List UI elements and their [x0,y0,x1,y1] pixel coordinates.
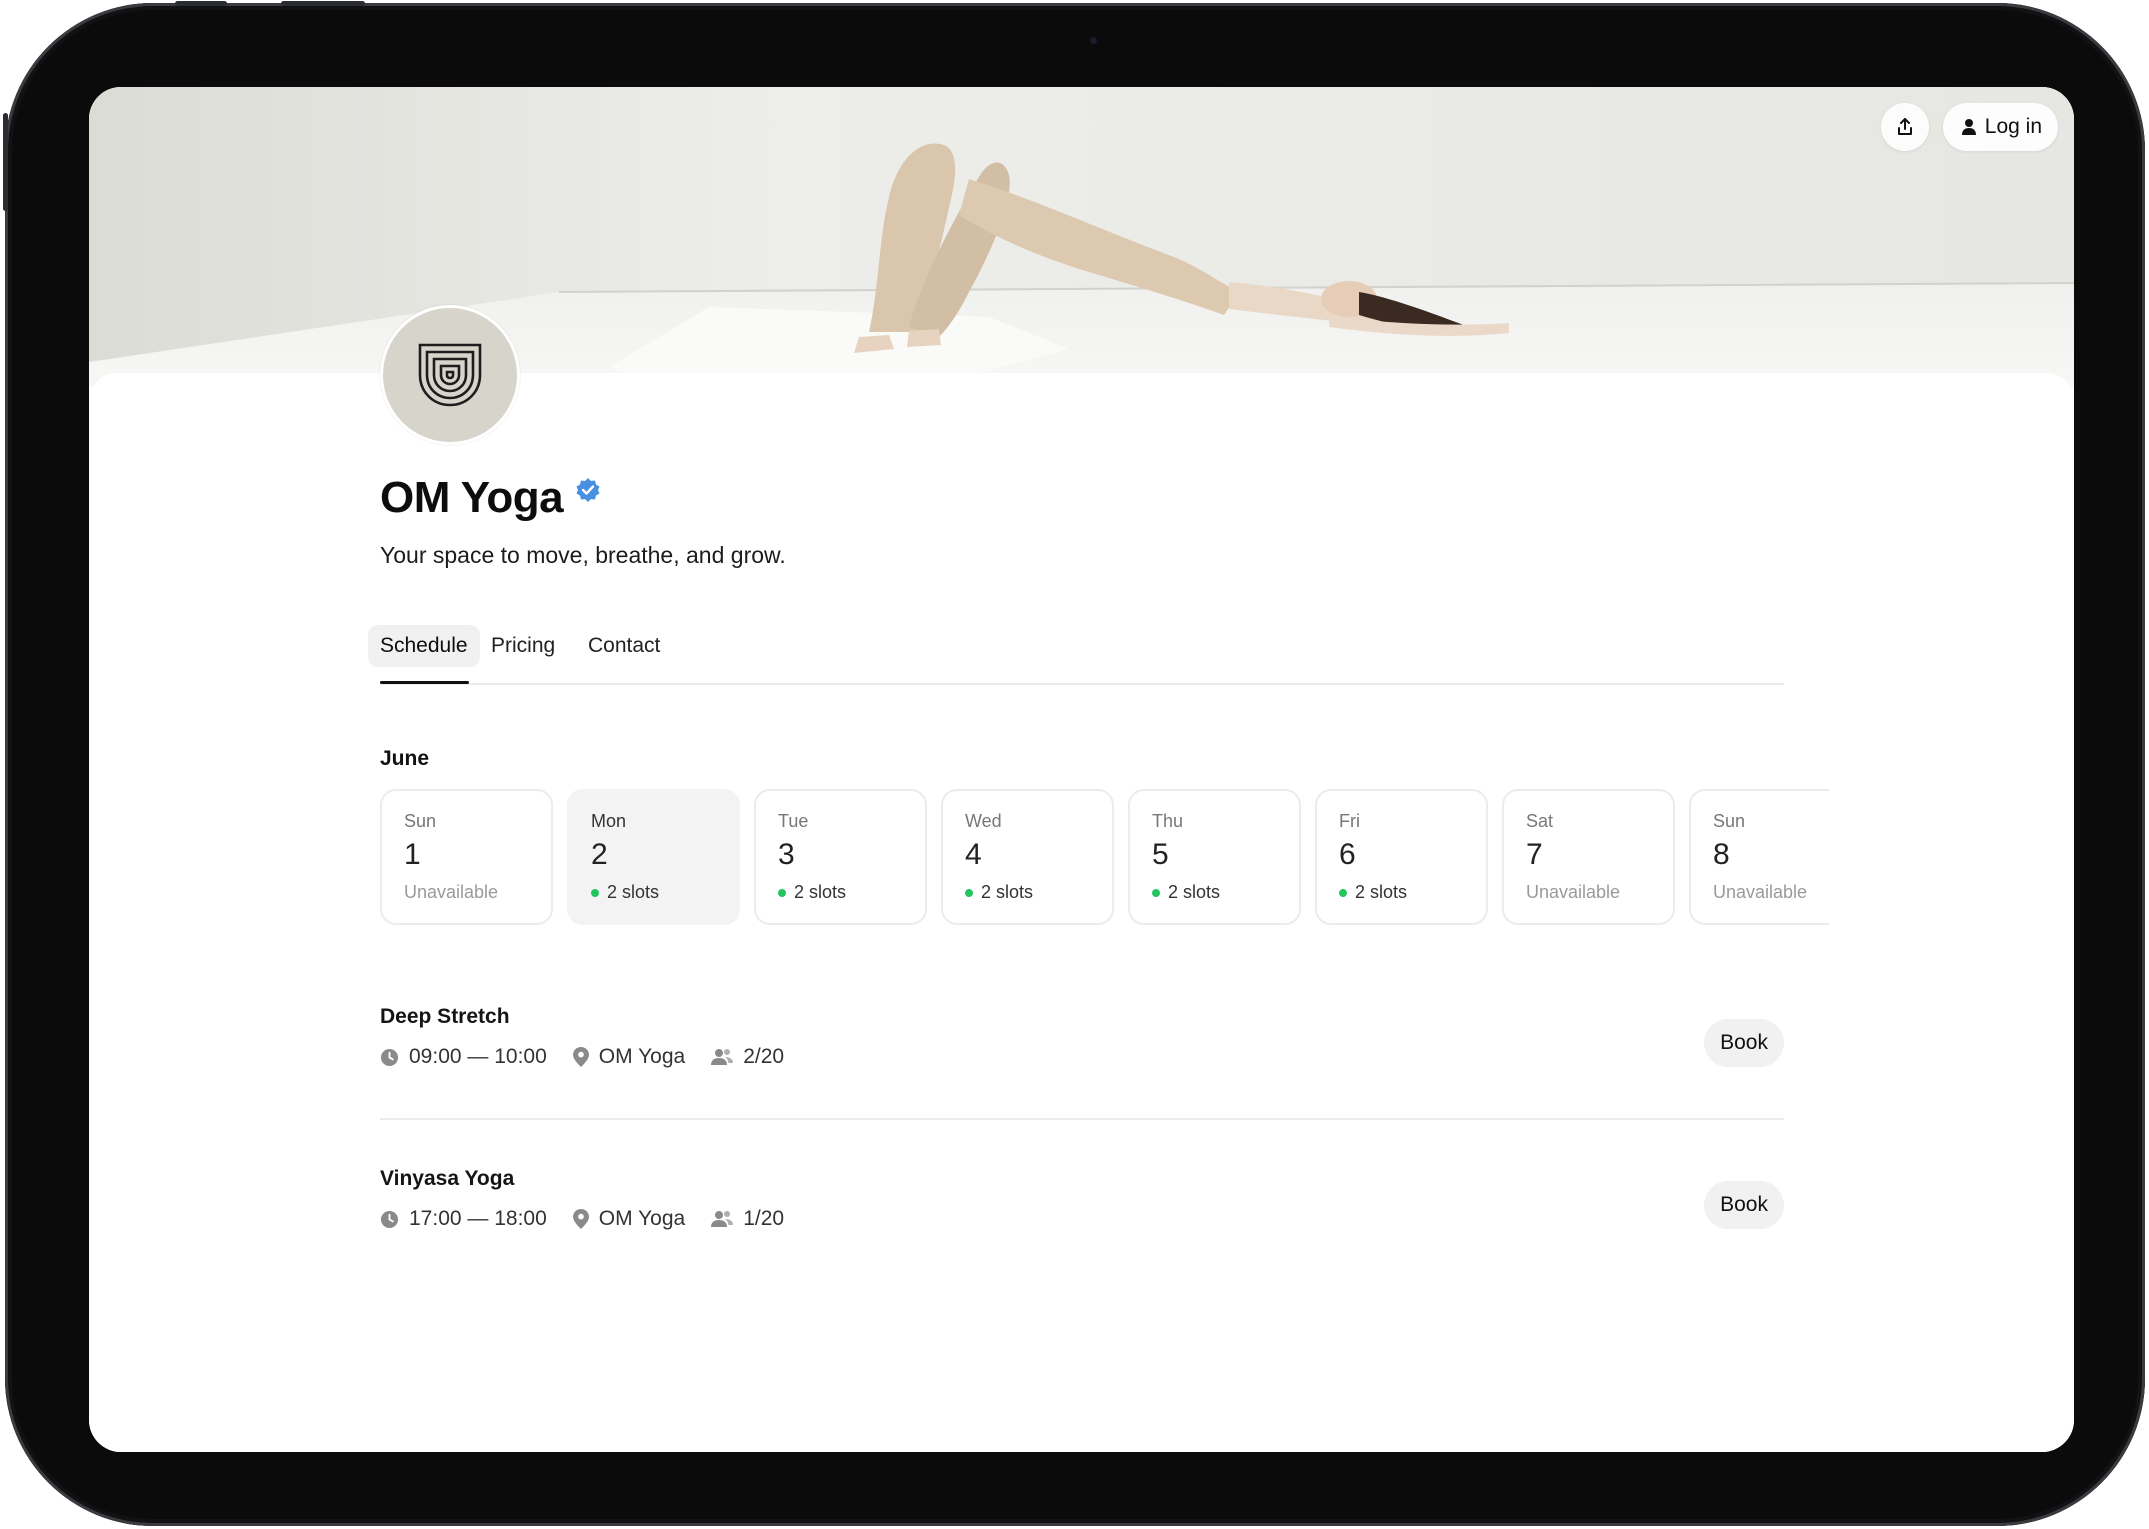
class-location-text: OM Yoga [598,1045,686,1068]
class-location-text: OM Yoga [598,1207,686,1230]
front-camera [1090,37,1097,44]
available-dot-icon [591,888,599,897]
day-date: 5 [1152,838,1169,871]
day-status-text: 2 slots [794,882,847,902]
day-status-text: Unavailable [404,882,499,902]
class-location: OM Yoga [572,1207,686,1231]
class-time-text: 09:00 — 10:00 [409,1045,547,1068]
hero-actions: Log in [1880,103,2058,151]
day-date: 8 [1713,838,1730,871]
day-status: Unavailable [1526,882,1673,903]
day-card[interactable]: Thu 5 2 slots [1128,789,1301,925]
day-status: 2 slots [778,882,925,903]
volume-button [281,1,365,6]
class-meta: 09:00 — 10:00 OM Yoga 2/20 [380,1045,1784,1069]
day-status-text: Unavailable [1526,882,1621,902]
class-row: Deep Stretch 09:00 — 10:00 OM Yoga 2/20 … [380,1005,1784,1069]
class-time-text: 17:00 — 18:00 [409,1207,547,1230]
people-icon [711,1211,734,1227]
tab-schedule[interactable]: Schedule [368,625,480,667]
day-status: 2 slots [1152,882,1299,903]
day-weekday: Mon [591,811,627,831]
class-time: 09:00 — 10:00 [380,1045,547,1069]
available-dot-icon [778,888,786,897]
day-weekday: Sun [1713,811,1746,831]
day-status-text: Unavailable [1713,882,1808,902]
verified-badge-icon [576,478,600,502]
day-date: 7 [1526,838,1543,871]
day-picker: Sun 1 Unavailable Mon 2 2 slots Tue 3 2 … [380,789,1829,925]
clock-icon [380,1210,399,1228]
day-weekday: Fri [1339,811,1360,831]
day-status: Unavailable [404,882,551,903]
tablet-frame: Log in OM Yoga Your space to move, breat… [3,1,2145,1526]
day-card[interactable]: Fri 6 2 slots [1315,789,1488,925]
class-row: Vinyasa Yoga 17:00 — 18:00 OM Yoga 1/20 … [380,1167,1784,1231]
day-card-selected[interactable]: Mon 2 2 slots [567,789,740,925]
tab-bar: Schedule Pricing Contact [368,625,1784,685]
day-card[interactable]: Sun 8 Unavailable [1689,789,1829,925]
day-date: 3 [778,838,795,871]
location-pin-icon [572,1209,589,1229]
location-pin-icon [572,1047,589,1067]
class-capacity: 2/20 [711,1045,784,1069]
available-dot-icon [1152,888,1160,897]
class-meta: 17:00 — 18:00 OM Yoga 1/20 [380,1207,1784,1231]
login-label: Log in [1984,115,2042,138]
day-date: 4 [965,838,982,871]
studio-tagline: Your space to move, breathe, and grow. [380,542,786,568]
class-capacity-text: 2/20 [743,1045,785,1068]
page-title: OM Yoga [380,473,564,522]
month-label: June [380,747,430,770]
day-weekday: Thu [1152,811,1184,831]
tab-contact[interactable]: Contact [576,625,672,667]
tab-pricing[interactable]: Pricing [479,625,567,667]
clock-icon [380,1048,399,1066]
day-card[interactable]: Sat 7 Unavailable [1502,789,1675,925]
day-status-text: 2 slots [607,882,660,902]
app-screen: Log in OM Yoga Your space to move, breat… [89,87,2074,1452]
class-capacity: 1/20 [711,1207,784,1231]
class-name: Vinyasa Yoga [380,1167,515,1190]
day-status-text: 2 slots [981,882,1034,902]
volume-button [175,1,227,6]
divider [380,1118,1784,1120]
available-dot-icon [965,888,973,897]
day-date: 2 [591,838,608,871]
day-weekday: Sun [404,811,437,831]
day-status: 2 slots [965,882,1112,903]
day-weekday: Wed [965,811,1002,831]
day-date: 1 [404,838,421,871]
class-location: OM Yoga [572,1045,686,1069]
class-time: 17:00 — 18:00 [380,1207,547,1231]
people-icon [711,1049,734,1065]
day-card[interactable]: Tue 3 2 slots [754,789,927,925]
active-tab-indicator [380,681,469,684]
day-date: 6 [1339,838,1356,871]
day-status: 2 slots [1339,882,1486,903]
studio-avatar [380,305,520,445]
day-status-text: 2 slots [1168,882,1221,902]
studio-title-row: OM Yoga [380,473,601,523]
class-capacity-text: 1/20 [743,1207,785,1230]
book-button[interactable]: Book [1704,1181,1784,1229]
share-icon [1897,118,1912,135]
arch-logo-icon [418,343,482,407]
day-status: Unavailable [1713,882,1829,903]
day-weekday: Tue [778,811,809,831]
day-status-text: 2 slots [1355,882,1408,902]
user-icon [1961,119,1976,135]
day-card[interactable]: Sun 1 Unavailable [380,789,553,925]
share-button[interactable] [1880,103,1929,151]
day-status: 2 slots [591,882,738,903]
power-button [3,113,8,211]
available-dot-icon [1339,888,1347,897]
login-button[interactable]: Log in [1942,103,2058,151]
day-card[interactable]: Wed 4 2 slots [941,789,1114,925]
book-button[interactable]: Book [1704,1019,1784,1067]
class-name: Deep Stretch [380,1005,510,1028]
day-weekday: Sat [1526,811,1554,831]
